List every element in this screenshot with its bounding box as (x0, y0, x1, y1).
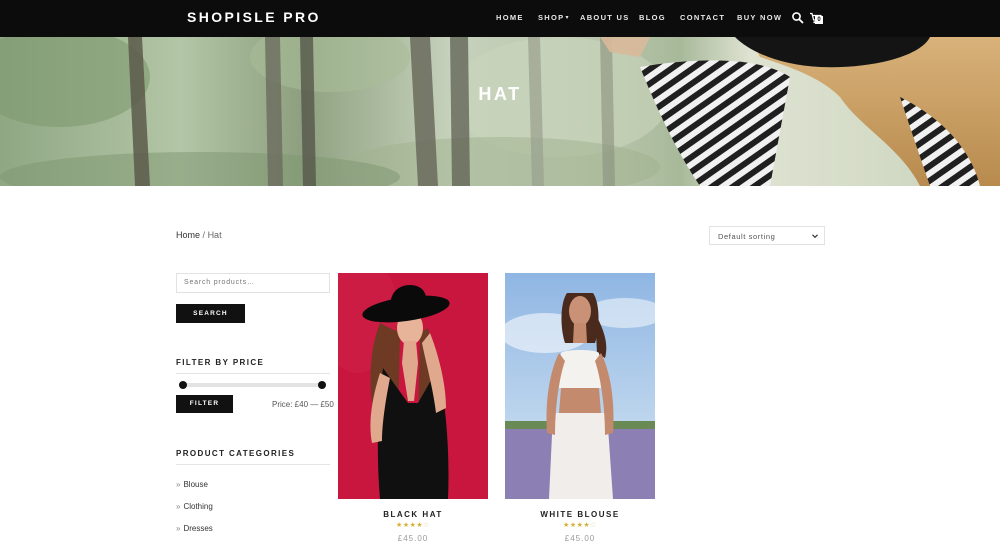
price-slider-min-handle[interactable] (179, 381, 187, 389)
caret-down-icon: ▾ (565, 15, 570, 21)
cart-count-badge: 0 (815, 16, 823, 24)
breadcrumb-separator: / (202, 230, 206, 240)
site-logo[interactable]: SHOPISLE PRO (187, 9, 321, 25)
product-title[interactable]: BLACK HAT (338, 510, 488, 519)
product-price: £45.00 (397, 534, 429, 543)
bullet-icon: » (176, 480, 181, 489)
breadcrumb-current: Hat (207, 230, 222, 240)
breadcrumb: Home / Hat (176, 230, 222, 240)
category-label: Clothing (183, 502, 213, 511)
product-search-input[interactable]: Search products… (176, 273, 330, 293)
breadcrumb-home-link[interactable]: Home (176, 230, 200, 240)
page-title: HAT (478, 84, 522, 104)
hero-banner: HAT (0, 37, 1000, 186)
filter-button[interactable]: FILTER (176, 395, 233, 413)
nav-home[interactable]: HOME (496, 13, 524, 22)
search-icon[interactable] (790, 10, 806, 26)
category-link-blouse[interactable]: » Blouse (176, 480, 208, 489)
bullet-icon: » (176, 524, 181, 533)
nav-contact[interactable]: CONTACT (680, 13, 725, 22)
nav-buy-now[interactable]: BUY NOW (737, 13, 782, 22)
category-label: Blouse (183, 480, 208, 489)
sorting-select[interactable]: Default sorting (709, 226, 825, 245)
hero-background-image (0, 37, 1000, 186)
chevron-down-icon (812, 234, 818, 239)
divider (176, 373, 330, 374)
product-title[interactable]: WHITE BLOUSE (505, 510, 655, 519)
product-price: £45.00 (564, 534, 596, 543)
star-rating: ★★★★☆ (338, 521, 488, 529)
star-icon: ☆ (590, 522, 597, 529)
nav-shop[interactable]: SHOP▾ (538, 13, 570, 22)
nav-blog[interactable]: BLOG (639, 13, 666, 22)
product-image-white-blouse[interactable] (505, 273, 655, 499)
top-navbar: SHOPISLE PRO HOME SHOP▾ ABOUT US BLOG CO… (0, 0, 1000, 37)
bullet-icon: » (176, 502, 181, 511)
price-range-label: Price: £40 — £50 (272, 400, 334, 409)
product-photo (338, 273, 488, 499)
product-photo (505, 273, 655, 499)
star-icon: ★ (569, 522, 577, 529)
category-link-clothing[interactable]: » Clothing (176, 502, 213, 511)
category-label: Dresses (183, 524, 213, 533)
star-icon: ★ (402, 522, 410, 529)
filter-by-price-heading: FILTER BY PRICE (176, 358, 265, 367)
product-categories-heading: PRODUCT CATEGORIES (176, 449, 296, 458)
star-icon: ☆ (423, 522, 430, 529)
sorting-selected-value: Default sorting (718, 232, 776, 241)
category-link-dresses[interactable]: » Dresses (176, 524, 213, 533)
search-button[interactable]: SEARCH (176, 304, 245, 323)
product-image-black-hat[interactable] (338, 273, 488, 499)
price-slider-track[interactable] (179, 383, 326, 387)
nav-shop-label: SHOP (538, 13, 565, 22)
nav-about-us[interactable]: ABOUT US (580, 13, 630, 22)
star-icon: ★ (396, 522, 403, 529)
divider (176, 464, 330, 465)
star-icon: ★ (563, 522, 570, 529)
star-rating: ★★★★☆ (505, 521, 655, 529)
price-slider-max-handle[interactable] (318, 381, 326, 389)
